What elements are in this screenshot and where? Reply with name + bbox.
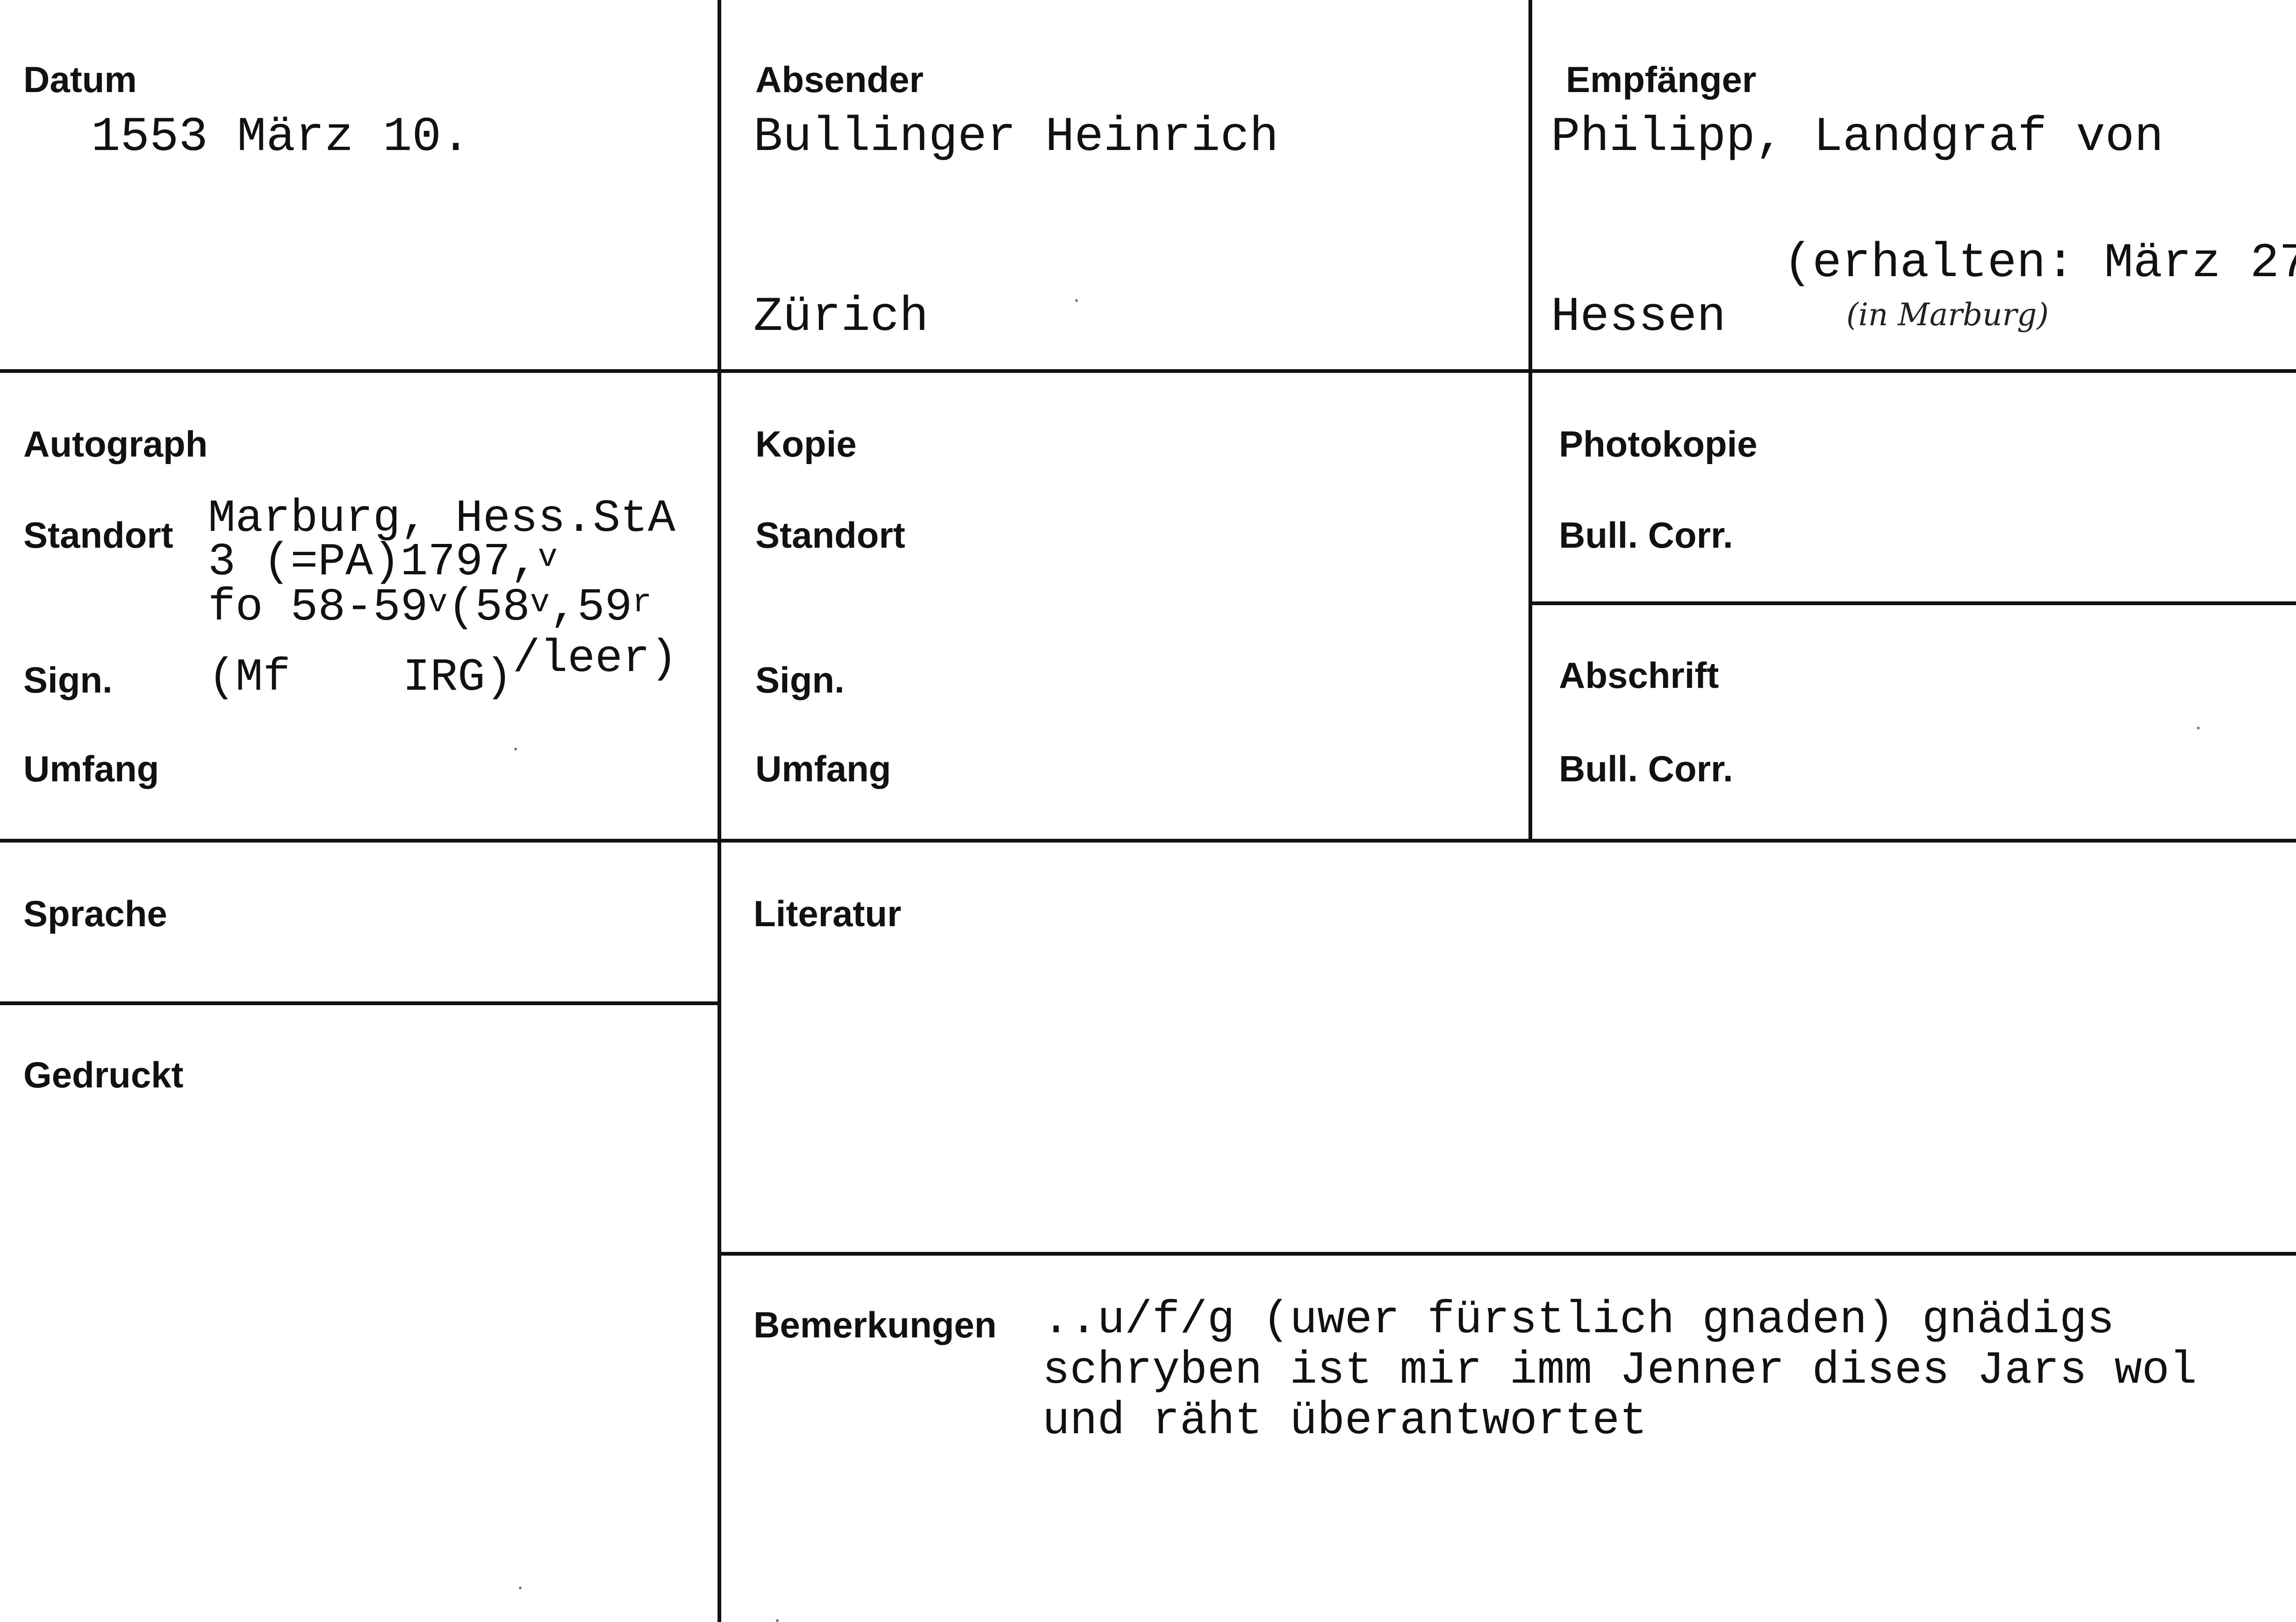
paper-speck bbox=[776, 1619, 779, 1622]
autograph-sign-value: (Mf IRG)/leer) bbox=[208, 633, 678, 704]
photokopie-value: Bull. Corr. bbox=[1559, 514, 1733, 556]
paper-speck bbox=[514, 748, 517, 750]
autograph-label: Autograph bbox=[23, 423, 208, 464]
gedruckt-label: Gedruckt bbox=[23, 1054, 184, 1095]
divider-photokopie bbox=[1528, 601, 2296, 605]
absender-ort: Zürich bbox=[753, 290, 929, 345]
datum-label: Datum bbox=[23, 59, 137, 100]
kopie-label: Kopie bbox=[755, 423, 857, 464]
absender-name: Bullinger Heinrich bbox=[753, 110, 1279, 165]
sprache-label: Sprache bbox=[23, 893, 167, 934]
kopie-standort-label: Standort bbox=[755, 514, 905, 556]
divider-row2 bbox=[0, 839, 2296, 843]
autograph-standort-label: Standort bbox=[23, 514, 173, 556]
bemerkungen-line1: ..u/f/g (uwer fürstlich gnaden) gnädigs bbox=[1042, 1294, 2115, 1346]
paper-speck bbox=[2197, 727, 2200, 729]
paper-speck bbox=[1075, 299, 1078, 302]
autograph-standort-line2: 3 (=PA)1797,v bbox=[208, 536, 558, 588]
kopie-umfang-label: Umfang bbox=[755, 748, 891, 789]
bemerkungen-line2: schryben ist mir imm Jenner dises Jars w… bbox=[1042, 1345, 2197, 1397]
divider-bemerkungen bbox=[718, 1252, 2296, 1256]
divider-sprache bbox=[0, 1001, 718, 1005]
paper-speck bbox=[519, 1586, 522, 1589]
autograph-sign-label: Sign. bbox=[23, 659, 113, 700]
abschrift-value: Bull. Corr. bbox=[1559, 748, 1733, 789]
abschrift-label: Abschrift bbox=[1559, 655, 1719, 696]
empfaenger-label: Empfänger bbox=[1566, 59, 1757, 100]
photokopie-label: Photokopie bbox=[1559, 423, 1758, 464]
divider-col1 bbox=[718, 0, 721, 1622]
literatur-label: Literatur bbox=[753, 893, 902, 934]
bemerkungen-line3: und räht überantwortet bbox=[1042, 1395, 1647, 1447]
divider-row1 bbox=[0, 369, 2296, 373]
erhalten-handwritten: (in Marburg) bbox=[1846, 297, 2049, 333]
kopie-sign-label: Sign. bbox=[755, 659, 845, 700]
divider-col2 bbox=[1528, 0, 1532, 843]
bemerkungen-label: Bemerkungen bbox=[753, 1304, 997, 1345]
empfaenger-line2: Hessen bbox=[1551, 290, 1726, 345]
datum-value: 1553 März 10. bbox=[91, 110, 471, 165]
autograph-umfang-label: Umfang bbox=[23, 748, 159, 789]
autograph-standort-line3: fo 58-59v(58v,59r bbox=[208, 582, 652, 634]
index-card: Datum 1553 März 10. Absender Bullinger H… bbox=[0, 0, 2296, 1622]
erhalten-note: (erhalten: März 27 bbox=[1783, 236, 2296, 291]
absender-label: Absender bbox=[755, 59, 924, 100]
empfaenger-line1: Philipp, Landgraf von bbox=[1551, 110, 2164, 165]
